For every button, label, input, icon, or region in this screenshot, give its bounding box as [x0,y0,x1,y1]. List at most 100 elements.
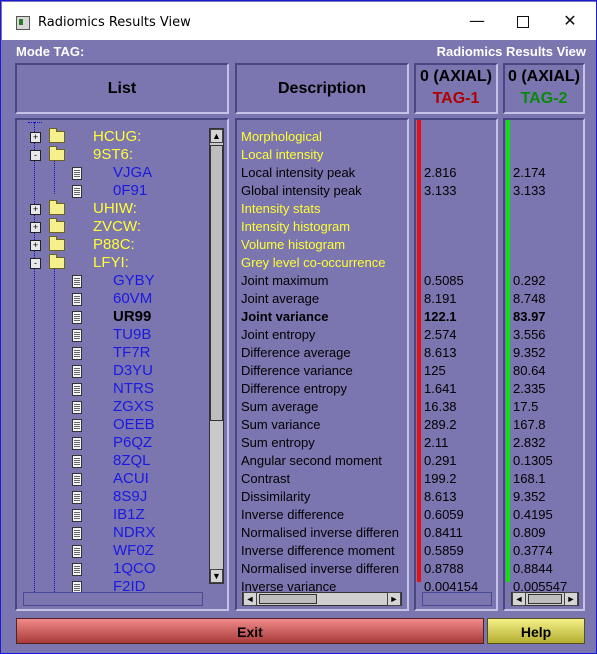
tree-item[interactable]: 1QCO [17,560,207,578]
tree-label: ZVCW: [93,218,142,235]
feature-name[interactable]: Contrast [241,470,407,488]
feature-name[interactable]: Global intensity peak [241,182,407,200]
feature-name[interactable]: Normalised inverse differen [241,560,407,578]
list-horizontal-scrollbar[interactable] [23,592,203,606]
folder-icon [49,200,65,215]
minimize-button[interactable]: — [454,6,500,36]
feature-name[interactable]: Sum entropy [241,434,407,452]
window-title: Radiomics Results View [38,15,191,30]
feature-name[interactable]: Difference variance [241,362,407,380]
feature-name[interactable]: Dissimilarity [241,488,407,506]
feature-name[interactable]: Angular second moment [241,452,407,470]
list-header-panel: List [15,63,229,114]
scroll-right-icon[interactable]: ► [564,592,578,606]
tree-category[interactable]: + ZVCW: [17,218,207,236]
tree-item[interactable]: WF0Z [17,542,207,560]
feature-name[interactable]: Sum variance [241,416,407,434]
tree-item[interactable]: 60VM [17,290,207,308]
document-icon [72,293,82,306]
expand-icon[interactable]: + [30,240,41,251]
tag1-horizontal-scrollbar[interactable] [422,592,492,606]
feature-name[interactable]: Difference entropy [241,380,407,398]
tree-item[interactable]: D3YU [17,362,207,380]
tree-item[interactable]: GYBY [17,272,207,290]
collapse-icon[interactable]: - [30,258,41,269]
tag1-value: 0.8411 [424,525,463,540]
feature-name[interactable]: Normalised inverse differen [241,524,407,542]
tag1-value: 0.6059 [424,507,464,522]
scroll-thumb[interactable] [210,145,223,421]
tag2-value: 9.352 [513,345,546,360]
expand-icon[interactable]: + [30,222,41,233]
tree-label: D3YU [113,362,154,379]
tree-item[interactable]: TU9B [17,326,207,344]
tree-category[interactable]: - 9ST6: [17,146,207,164]
tag2-value: 3.133 [513,183,546,198]
scroll-left-icon[interactable]: ◄ [243,592,257,606]
tree-item[interactable]: UR99 [17,308,207,326]
feature-name[interactable]: Sum average [241,398,407,416]
feature-name[interactable]: Joint entropy [241,326,407,344]
tree-item[interactable]: IB1Z [17,506,207,524]
tree-item[interactable]: OEEB [17,416,207,434]
tree-item[interactable]: 8ZQL [17,452,207,470]
list-vertical-scrollbar[interactable]: ▲ ▼ [209,128,224,584]
tree-item[interactable]: P6QZ [17,434,207,452]
feature-category[interactable]: Local intensity [241,146,407,164]
tag1-value: 2.11 [424,435,449,450]
scroll-up-icon[interactable]: ▲ [210,129,223,143]
scroll-thumb[interactable] [259,594,317,604]
tree-item[interactable]: VJGA [17,164,207,182]
tag2-color-bar [506,120,510,582]
document-icon [72,275,82,288]
tree-item[interactable]: ZGXS [17,398,207,416]
feature-category[interactable]: Volume histogram [241,236,407,254]
scroll-right-icon[interactable]: ► [387,592,401,606]
feature-name[interactable]: Joint maximum [241,272,407,290]
tree-category[interactable]: - LFYI: [17,254,207,272]
scroll-thumb[interactable] [528,594,562,604]
document-icon [72,563,82,576]
tree-category[interactable]: + UHIW: [17,200,207,218]
tree-category[interactable]: + HCUG: [17,128,207,146]
expand-icon[interactable]: + [30,132,41,143]
tree-item[interactable]: NTRS [17,380,207,398]
tree-item[interactable]: 0F91 [17,182,207,200]
document-icon [72,419,82,432]
feature-category[interactable]: Intensity histogram [241,218,407,236]
app-window: Radiomics Results View — ✕ Mode TAG: Rad… [0,0,597,654]
scroll-down-icon[interactable]: ▼ [210,569,223,583]
maximize-button[interactable] [500,6,546,36]
scroll-left-icon[interactable]: ◄ [512,592,526,606]
tree-label: 9ST6: [93,146,134,163]
help-button[interactable]: Help [487,618,585,644]
collapse-icon[interactable]: - [30,150,41,161]
tree-item[interactable]: NDRX [17,524,207,542]
feature-name[interactable]: Inverse difference [241,506,407,524]
tag2-horizontal-scrollbar[interactable]: ◄ ► [511,592,579,606]
tree-item[interactable]: 8S9J [17,488,207,506]
tag2-value: 2.832 [513,435,546,450]
tag2-value [513,236,583,254]
feature-category[interactable]: Morphological [241,128,407,146]
description-horizontal-scrollbar[interactable]: ◄ ► [242,592,402,606]
feature-name[interactable]: Local intensity peak [241,164,407,182]
tree-item[interactable]: TF7R [17,344,207,362]
tree-category[interactable]: + P88C: [17,236,207,254]
tree-label: NTRS [113,380,154,397]
feature-name[interactable]: Joint average [241,290,407,308]
close-button[interactable]: ✕ [547,6,593,36]
feature-name[interactable]: Joint variance [241,308,407,326]
document-icon [72,509,82,522]
tag1-value [424,218,496,236]
feature-name[interactable]: Difference average [241,344,407,362]
title-bar: Radiomics Results View — ✕ [2,2,596,40]
feature-name[interactable]: Inverse difference moment [241,542,407,560]
expand-icon[interactable]: + [30,204,41,215]
tree-label: OEEB [113,416,155,433]
list-panel: + HCUG: - 9ST6: VJGA 0F91 + UHIW: + ZVCW: + P88C: - L… [15,118,229,611]
exit-button[interactable]: Exit [16,618,484,644]
tree-item[interactable]: ACUI [17,470,207,488]
feature-category[interactable]: Intensity stats [241,200,407,218]
feature-category[interactable]: Grey level co-occurrence [241,254,407,272]
